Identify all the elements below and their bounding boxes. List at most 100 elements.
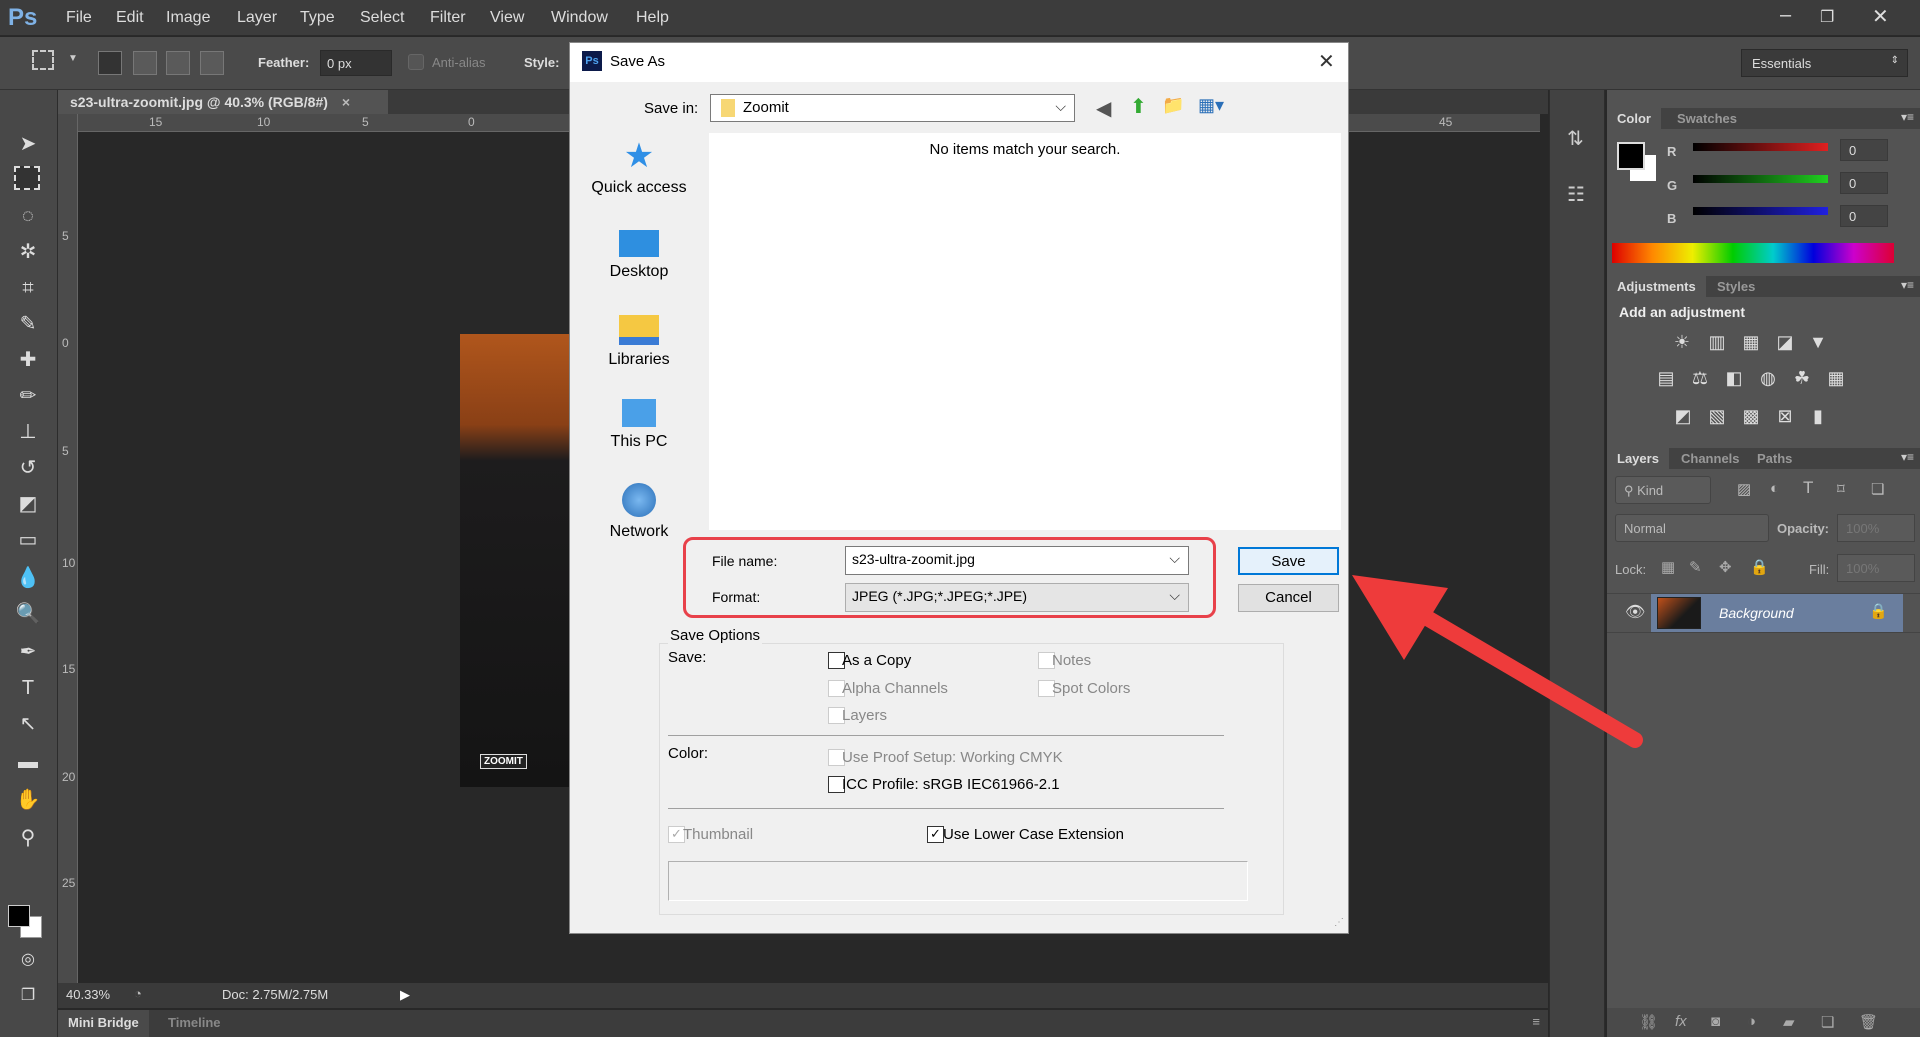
status-menu-arrow-icon[interactable]: ▶ — [400, 987, 410, 1003]
vibrance-icon[interactable]: ▼ — [1806, 332, 1830, 354]
menu-help[interactable]: Help — [636, 9, 669, 27]
fill-input[interactable]: 100% — [1837, 554, 1915, 582]
tab-color[interactable]: Color — [1607, 108, 1661, 129]
place-network[interactable]: Network — [584, 483, 694, 541]
blend-mode-select[interactable]: Normal — [1615, 514, 1769, 542]
channel-mixer-icon[interactable]: ☘ — [1790, 368, 1814, 390]
tab-adjustments[interactable]: Adjustments — [1607, 276, 1706, 297]
subtract-selection-icon[interactable] — [166, 51, 190, 75]
tab-paths[interactable]: Paths — [1747, 448, 1802, 469]
black-white-icon[interactable]: ◧ — [1722, 368, 1746, 390]
gradient-tool-icon[interactable]: ▭ — [14, 526, 42, 554]
tab-swatches[interactable]: Swatches — [1667, 108, 1747, 129]
r-value-input[interactable]: 0 — [1840, 139, 1888, 161]
lock-transparent-icon[interactable]: ▦ — [1661, 558, 1675, 576]
add-selection-icon[interactable] — [133, 51, 157, 75]
up-folder-icon[interactable]: ⬆ — [1130, 94, 1147, 119]
foreground-color-swatch[interactable] — [8, 905, 30, 927]
menu-image[interactable]: Image — [166, 9, 210, 27]
exposure-icon[interactable]: ◪ — [1773, 332, 1797, 354]
foreground-color-swatch[interactable] — [1617, 142, 1645, 170]
panel-menu-icon[interactable]: ▾≡ — [1901, 110, 1914, 124]
restore-button[interactable]: ❐ — [1820, 7, 1834, 27]
rectangle-tool-icon[interactable]: ▬ — [14, 748, 42, 776]
menu-edit[interactable]: Edit — [116, 9, 144, 27]
lock-all-icon[interactable]: 🔒 — [1750, 558, 1769, 576]
file-list[interactable]: No items match your search. — [709, 133, 1341, 530]
r-slider[interactable] — [1693, 143, 1828, 151]
dialog-close-button[interactable]: ✕ — [1318, 49, 1335, 74]
new-group-icon[interactable]: ▰ — [1783, 1013, 1795, 1031]
panel-menu-icon[interactable]: ▾≡ — [1901, 278, 1914, 292]
close-app-button[interactable]: ✕ — [1872, 4, 1889, 29]
curves-icon[interactable]: ▦ — [1739, 332, 1763, 354]
eyedropper-icon[interactable]: ✎ — [14, 310, 42, 338]
rect-marquee-icon[interactable] — [32, 50, 54, 70]
history-panel-icon[interactable]: ⇅ — [1567, 126, 1584, 151]
place-this-pc[interactable]: This PC — [584, 399, 694, 451]
levels-icon[interactable]: ▥ — [1705, 332, 1729, 354]
color-spectrum-bar[interactable] — [1612, 243, 1894, 263]
eraser-icon[interactable]: ◩ — [14, 490, 42, 518]
gradient-map-icon[interactable]: ▮ — [1806, 406, 1830, 428]
g-slider[interactable] — [1693, 175, 1828, 183]
brush-tool-icon[interactable]: ✏ — [14, 382, 42, 410]
place-quick-access[interactable]: ★ Quick access — [584, 139, 694, 197]
close-tab-icon[interactable]: × — [342, 94, 350, 110]
menu-select[interactable]: Select — [360, 9, 404, 27]
lock-position-icon[interactable]: ✥ — [1719, 558, 1732, 576]
layer-style-icon[interactable]: fx — [1675, 1013, 1687, 1030]
history-brush-icon[interactable]: ↺ — [14, 454, 42, 482]
lower-case-extension-label[interactable]: Use Lower Case Extension — [943, 826, 1124, 843]
menu-view[interactable]: View — [490, 9, 524, 27]
new-layer-icon[interactable]: ❏ — [1821, 1013, 1834, 1031]
tab-mini-bridge[interactable]: Mini Bridge — [58, 1010, 149, 1037]
menu-window[interactable]: Window — [551, 9, 608, 27]
zoom-tool-icon[interactable]: ⚲ — [14, 824, 42, 852]
selective-color-icon[interactable]: ⊠ — [1773, 406, 1797, 428]
posterize-icon[interactable]: ▧ — [1705, 406, 1729, 428]
icc-profile-label[interactable]: ICC Profile: sRGB IEC61966-2.1 — [842, 776, 1060, 793]
layer-name[interactable]: Background — [1719, 605, 1794, 621]
quick-mask-icon[interactable]: ◎ — [14, 946, 42, 974]
filter-smart-object-icon[interactable]: ❏ — [1871, 480, 1884, 498]
menu-file[interactable]: File — [66, 9, 92, 27]
panel-menu-icon[interactable]: ▾≡ — [1901, 450, 1914, 464]
filter-pixel-icon[interactable]: ▨ — [1737, 480, 1751, 498]
document-tab[interactable]: s23-ultra-zoomit.jpg @ 40.3% (RGB/8#) × — [58, 90, 388, 114]
new-folder-icon[interactable]: 📁 — [1162, 95, 1184, 116]
path-selection-icon[interactable]: ↖ — [14, 710, 42, 738]
workspace-dropdown[interactable]: Essentials ⇕ — [1741, 49, 1908, 77]
crop-tool-icon[interactable]: ⌗ — [14, 274, 42, 302]
brightness-contrast-icon[interactable]: ☀ — [1670, 332, 1694, 354]
color-lookup-icon[interactable]: ▦ — [1824, 368, 1848, 390]
link-layers-icon[interactable]: ⛓ — [1639, 1013, 1658, 1031]
marquee-tool-icon[interactable] — [14, 166, 40, 190]
tab-channels[interactable]: Channels — [1671, 448, 1750, 469]
delete-layer-icon[interactable]: 🗑 — [1859, 1013, 1878, 1031]
hand-tool-icon[interactable]: ✋ — [14, 786, 42, 814]
as-a-copy-label[interactable]: As a Copy — [842, 652, 911, 669]
new-selection-icon[interactable] — [98, 51, 122, 75]
dodge-tool-icon[interactable]: 🔍 — [14, 600, 42, 628]
lock-image-icon[interactable]: ✎ — [1689, 558, 1702, 576]
new-adjustment-icon[interactable]: ◑ — [1747, 1013, 1756, 1030]
opacity-input[interactable]: 100% — [1837, 514, 1915, 542]
invert-icon[interactable]: ◩ — [1671, 406, 1695, 428]
zoom-level[interactable]: 40.33% — [66, 987, 110, 1002]
menu-layer[interactable]: Layer — [237, 9, 277, 27]
status-info-icon[interactable]: ◔ — [134, 986, 142, 1001]
screen-mode-icon[interactable]: ❐ — [14, 982, 42, 1010]
file-name-input[interactable]: s23-ultra-zoomit.jpg ⌵ — [845, 546, 1189, 575]
add-mask-icon[interactable]: ◙ — [1711, 1013, 1720, 1030]
cancel-button[interactable]: Cancel — [1238, 584, 1339, 612]
filter-adjustment-icon[interactable]: ◐ — [1770, 480, 1779, 497]
panel-menu-icon[interactable]: ≡ — [1532, 1014, 1540, 1029]
place-libraries[interactable]: Libraries — [584, 315, 694, 369]
filter-type-icon[interactable]: T — [1803, 478, 1813, 498]
intersect-selection-icon[interactable] — [200, 51, 224, 75]
back-icon[interactable]: ◀ — [1096, 96, 1111, 121]
save-in-dropdown[interactable]: Zoomit ⌵ — [710, 94, 1075, 122]
lasso-tool-icon[interactable]: ◌ — [14, 202, 42, 230]
photo-filter-icon[interactable]: ◍ — [1756, 368, 1780, 390]
